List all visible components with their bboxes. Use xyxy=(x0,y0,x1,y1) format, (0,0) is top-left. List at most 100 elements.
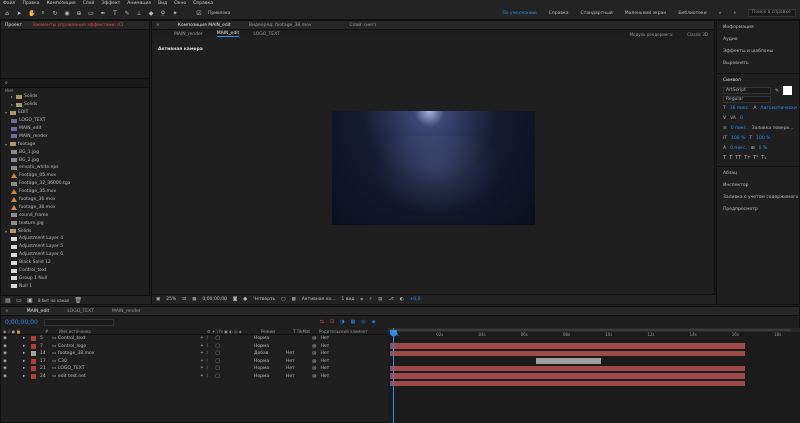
expand-arrow-icon[interactable]: ▸ xyxy=(23,336,31,341)
expand-arrow-icon[interactable]: ▸ xyxy=(23,351,31,356)
stroke-mode-dropdown[interactable]: Заливка поверх... xyxy=(752,126,794,131)
flowchart-icon[interactable]: ⎇ xyxy=(388,297,393,302)
layer-switches[interactable]: ✦ / ◯ xyxy=(200,351,254,356)
eraser-icon[interactable]: ◆ xyxy=(148,10,154,17)
layer-row[interactable]: ◉ ▸ 24 ▭ edit text.net ✦ / ◯ Норма Нет @ Нет xyxy=(1,373,387,381)
layer-label-color[interactable] xyxy=(31,336,36,342)
layer-bar-footage-38[interactable] xyxy=(536,358,601,364)
layer-bar-control-text[interactable] xyxy=(390,343,745,349)
show-channel-icon[interactable]: ● xyxy=(243,297,247,302)
snapping-icon[interactable]: ☑ xyxy=(196,10,202,17)
visibility-toggle-icon[interactable]: ◉ xyxy=(1,336,23,341)
rectangle-tool-icon[interactable]: ▭ xyxy=(88,10,94,17)
stroke-width-value[interactable]: 0 пикс. xyxy=(731,126,748,131)
project-item[interactable]: BG_2.jpg xyxy=(5,156,149,164)
layer-bar-control-logo[interactable] xyxy=(390,350,745,356)
layer-mode-dropdown[interactable]: Норма xyxy=(254,336,286,341)
info-panel-header[interactable]: Информация xyxy=(717,21,799,33)
preview-panel-header[interactable]: Предпросмотр xyxy=(717,203,799,215)
renderer-value[interactable]: Classic 3D xyxy=(687,32,714,37)
layer-mode-dropdown[interactable]: Норма xyxy=(254,359,286,364)
help-search-input[interactable]: Поиск в справке xyxy=(748,9,796,17)
pan-behind-icon[interactable]: ⊕ xyxy=(76,10,82,17)
comp-mini-flowchart-icon[interactable]: ⇆ xyxy=(320,319,324,325)
tab-composition[interactable]: Композиция MAIN_edit xyxy=(178,23,231,28)
project-item[interactable]: BG_1.jpg xyxy=(5,148,149,156)
project-item[interactable]: Control_text xyxy=(5,267,149,275)
workspace-libraries[interactable]: Библиотеки xyxy=(678,11,706,16)
project-item[interactable]: Null 1 xyxy=(5,282,149,290)
project-item[interactable]: ▾ EDIT xyxy=(5,109,149,117)
visibility-toggle-icon[interactable]: ◉ xyxy=(1,359,23,364)
exposure-value[interactable]: +0,0 xyxy=(410,297,421,302)
font-family-dropdown[interactable]: ArtScript xyxy=(723,87,771,94)
type-tool-icon[interactable]: T xyxy=(112,10,118,17)
hand-tool-icon[interactable]: ✋ xyxy=(28,10,35,17)
layer-name[interactable]: Control_logo xyxy=(58,344,200,349)
menu-item[interactable]: Правка xyxy=(22,1,39,6)
name-column-header[interactable]: Имя xyxy=(5,88,13,93)
graph-editor-icon[interactable]: ◈ xyxy=(372,319,376,325)
frame-blending-icon[interactable]: ▦ xyxy=(351,319,356,325)
faux-bold-icon[interactable]: T xyxy=(723,155,726,161)
safe-zones-icon[interactable]: ▦ xyxy=(192,297,196,302)
project-item[interactable]: envato_white.eps xyxy=(5,164,149,172)
layer-switches[interactable]: ✦ / ◯ xyxy=(200,374,254,379)
expand-arrow-icon[interactable]: ▸ xyxy=(23,366,31,371)
layer-bar-c30[interactable] xyxy=(390,365,745,371)
hide-shy-layers-icon[interactable]: ◑ xyxy=(340,319,344,325)
baseline-value[interactable]: 0 пикс. xyxy=(730,146,747,151)
inspector-panel-header[interactable]: Инспектор xyxy=(717,179,799,191)
mode-header[interactable]: Режим xyxy=(261,329,293,334)
selection-tool-icon[interactable]: ➤ xyxy=(16,10,22,17)
motion-blur-icon[interactable]: ◎ xyxy=(361,319,365,325)
delete-icon[interactable]: 🗑 xyxy=(74,297,82,304)
work-area-range[interactable] xyxy=(390,329,790,331)
eyedropper-icon[interactable]: ✎ xyxy=(775,88,779,94)
project-item[interactable]: Adjustment Layer 6 xyxy=(5,251,149,259)
workspace-small-screen[interactable]: Маленький экран xyxy=(625,11,667,16)
tab-project[interactable]: Проект xyxy=(5,23,22,28)
visibility-toggle-icon[interactable]: ◉ xyxy=(1,351,23,356)
tab-effect-controls[interactable]: Элементы управления эффектами: ICI xyxy=(32,23,123,28)
views-layout-dropdown[interactable]: 1 вид xyxy=(341,297,354,302)
trkmat-header[interactable]: T TrkMat xyxy=(293,329,319,334)
layer-name[interactable]: edit text.net xyxy=(58,374,200,379)
layer-switches[interactable]: ✦ / ◯ xyxy=(200,344,254,349)
paragraph-panel-header[interactable]: Абзац xyxy=(717,167,799,179)
layer-parent-dropdown[interactable]: Нет xyxy=(321,366,330,371)
workspace-default[interactable]: По умолчанию xyxy=(502,11,536,16)
layer-trkmat-dropdown[interactable]: Нет xyxy=(286,374,312,379)
vertical-scale-value[interactable]: 100 % xyxy=(731,136,745,141)
layer-switches[interactable]: ✦ / ◯ xyxy=(200,366,254,371)
timeline-search-input[interactable] xyxy=(43,318,114,326)
layer-switches[interactable]: ✦ / ◯ xyxy=(200,359,254,364)
project-item[interactable]: ▸ Solids xyxy=(5,101,149,109)
menu-item[interactable]: Слой xyxy=(83,1,95,6)
layer-parent-dropdown[interactable]: Нет xyxy=(321,359,330,364)
new-comp-icon[interactable]: ▣ xyxy=(27,297,33,304)
effects-presets-header[interactable]: Эффекты и шаблоны xyxy=(717,45,799,57)
project-item[interactable]: footage_36.mov xyxy=(5,196,149,204)
zoom-tool-icon[interactable]: ⌕ xyxy=(40,9,46,17)
project-item[interactable]: ▾ Solids xyxy=(5,227,149,235)
project-search-bar[interactable]: ⌕ xyxy=(1,78,149,88)
workspace-standard[interactable]: Стандартный xyxy=(580,11,612,16)
project-item[interactable]: LOGO_TEXT xyxy=(5,117,149,125)
bpc-label[interactable]: 8 бит на канал xyxy=(38,298,69,303)
timeline-icon[interactable]: ▤ xyxy=(378,297,382,302)
3d-view-dropdown[interactable]: Активная ка... xyxy=(302,297,336,302)
subscript-icon[interactable]: T₁ xyxy=(761,155,766,161)
parent-header[interactable]: Родительский элемент xyxy=(319,329,368,334)
resolution-dropdown[interactable]: Четверть xyxy=(253,297,275,302)
menu-item[interactable]: Окно xyxy=(174,1,186,6)
font-style-dropdown[interactable]: Regular xyxy=(723,95,771,103)
layer-bar-logo-text[interactable] xyxy=(390,373,745,379)
workspace-help[interactable]: Справка xyxy=(549,11,569,16)
composition-viewer[interactable] xyxy=(332,111,535,225)
time-ruler[interactable]: 0s02s04s06s08s10s12s14s16s18s xyxy=(388,332,800,340)
project-item[interactable]: Adjustment Layer 5 xyxy=(5,243,149,251)
menu-item[interactable]: Файл xyxy=(3,1,15,6)
menu-item[interactable]: Справка xyxy=(193,1,213,6)
layer-parent-dropdown[interactable]: Нет xyxy=(321,336,330,341)
